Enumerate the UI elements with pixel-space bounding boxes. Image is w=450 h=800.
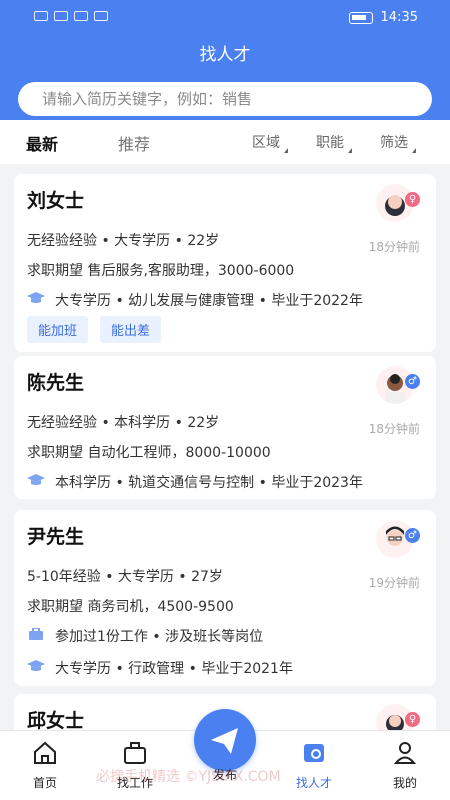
resume-card[interactable]: 刘女士 ♀ 无经验经验 • 大专学历 • 22岁 求职期望 售后服务,客服助理，…: [14, 174, 436, 352]
resume-card[interactable]: 尹先生 ♂ 5-10年经验 • 大专学历 • 27岁 求职期望 商务司机，450…: [14, 510, 436, 686]
candidate-name: 刘女士: [27, 190, 85, 212]
battery-icon: [348, 11, 373, 24]
filter-skill-label: 职能: [316, 135, 344, 151]
update-time: 19分钟前: [368, 576, 420, 590]
dropdown-icon: [412, 148, 416, 153]
tab-recommend[interactable]: 推荐: [118, 131, 150, 155]
candidate-experience: 参加过1份工作 • 涉及班长等岗位: [55, 629, 264, 645]
app-header: 找人才 请输入简历关键字，例如：销售: [0, 36, 450, 120]
candidate-basic-info: 无经验经验 • 大专学历 • 22岁: [27, 233, 220, 249]
status-icons: [34, 11, 108, 21]
candidate-basic-info: 5-10年经验 • 大专学历 • 27岁: [27, 569, 223, 585]
publish-button[interactable]: [194, 709, 256, 771]
update-time: 18分钟前: [368, 240, 420, 254]
candidate-education: 大专学历 • 幼儿发展与健康管理 • 毕业于2022年: [55, 293, 363, 309]
signal-icon: [54, 11, 68, 21]
page-title: 找人才: [199, 45, 251, 65]
candidate-name: 邱女士: [27, 710, 85, 730]
watermark: 必搜手机精选 ©YJSIXX.COM: [96, 769, 281, 785]
filter-skill[interactable]: 职能: [316, 132, 352, 153]
filter-more-label: 筛选: [380, 135, 408, 151]
candidate-name: 尹先生: [27, 526, 85, 548]
resume-card[interactable]: 陈先生 ♂ 无经验经验 • 本科学历 • 22岁 求职期望 自动化工程师，800…: [14, 356, 436, 499]
nav-home-label: 首页: [32, 776, 57, 790]
candidate-name: 陈先生: [27, 372, 85, 394]
filter-region[interactable]: 区域: [252, 132, 288, 153]
tab-latest[interactable]: 最新: [26, 131, 58, 155]
search-input[interactable]: 请输入简历关键字，例如：销售: [18, 82, 432, 116]
home-icon: [34, 741, 56, 764]
candidate-education: 大专学历 • 行政管理 • 毕业于2021年: [55, 661, 293, 677]
candidate-expectation: 求职期望 商务司机，4500-9500: [27, 599, 234, 615]
app-icon: [94, 11, 108, 21]
nav-mine-label: 我的: [392, 776, 417, 790]
filter-more[interactable]: 筛选: [380, 132, 416, 153]
sim-icon: [34, 11, 48, 21]
send-icon: [211, 728, 238, 754]
tab-bar: 最新 推荐 区域 职能 筛选: [0, 120, 450, 164]
dropdown-icon: [284, 148, 288, 153]
dropdown-icon: [348, 148, 352, 153]
male-icon: ♂: [405, 374, 420, 389]
filter-region-label: 区域: [252, 135, 280, 151]
user-icon: [393, 742, 417, 764]
female-icon: ♀: [405, 712, 420, 727]
tag: 能加班: [27, 316, 89, 343]
female-icon: ♀: [405, 192, 420, 207]
nav-mine[interactable]: 我的: [365, 739, 445, 791]
tag: 能出差: [100, 316, 162, 343]
candidate-education: 本科学历 • 轨道交通信号与控制 • 毕业于2023年: [55, 475, 363, 491]
status-bar: 14:35: [0, 0, 450, 36]
talent-search-icon: [304, 744, 324, 762]
resume-list: 刘女士 ♀ 无经验经验 • 大专学历 • 22岁 求职期望 售后服务,客服助理，…: [0, 164, 450, 730]
status-time: 14:35: [380, 10, 418, 25]
candidate-basic-info: 无经验经验 • 本科学历 • 22岁: [27, 415, 220, 431]
update-time: 18分钟前: [368, 422, 420, 436]
male-icon: ♂: [405, 528, 420, 543]
wifi-icon: [74, 11, 88, 21]
briefcase-icon: [124, 742, 146, 764]
candidate-expectation: 求职期望 售后服务,客服助理，3000-6000: [27, 263, 295, 279]
nav-home[interactable]: 首页: [5, 739, 85, 791]
tag-list: 能加班 能出差: [27, 316, 162, 343]
candidate-expectation: 求职期望 自动化工程师，8000-10000: [27, 445, 271, 461]
